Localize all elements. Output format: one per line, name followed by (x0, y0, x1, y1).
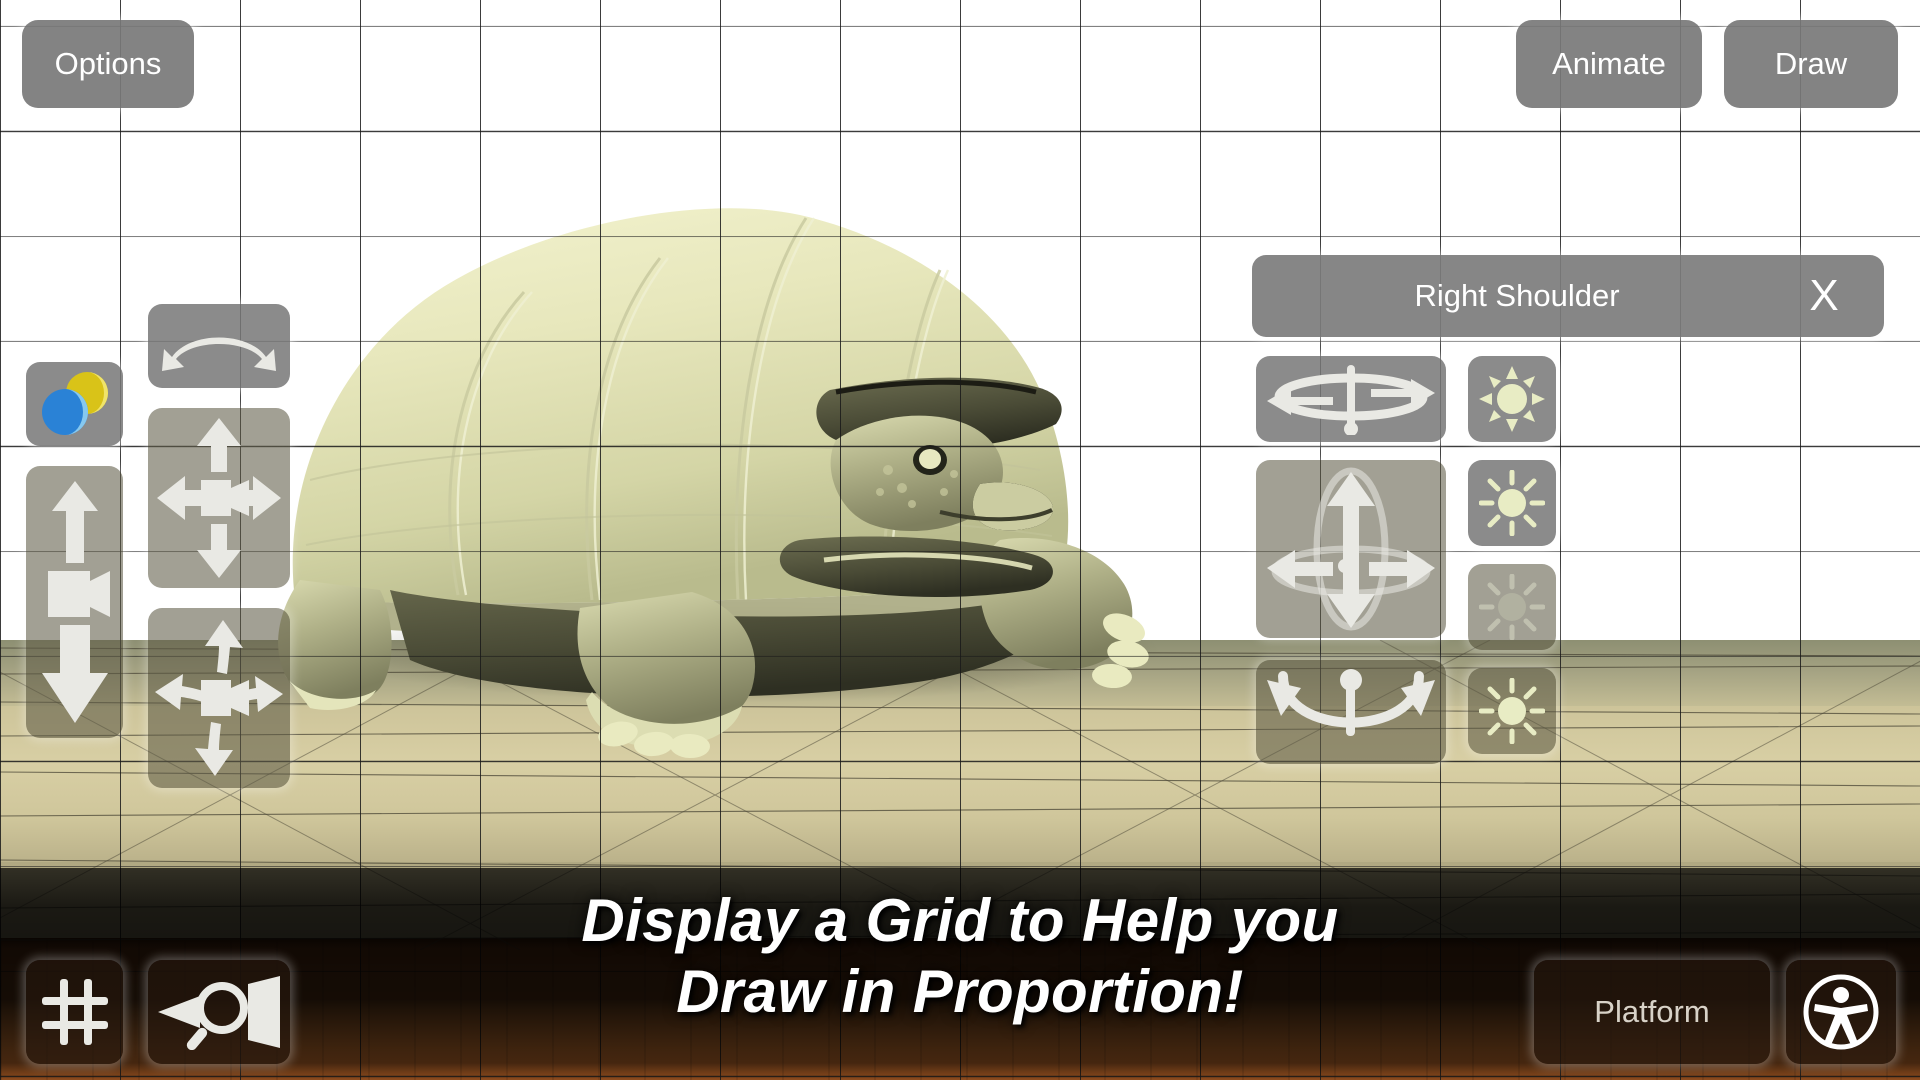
camera-orbit-button[interactable] (148, 608, 290, 788)
grid-toggle-button[interactable] (26, 960, 123, 1064)
rotate-yaw-icon (1267, 365, 1435, 435)
animate-button[interactable]: Animate (1516, 20, 1702, 108)
sun-dim-icon (1479, 574, 1545, 640)
app-window: Display a Grid to Help you Draw in Propo… (0, 0, 1920, 1080)
platform-button-label: Platform (1594, 994, 1710, 1029)
figure-select-button[interactable] (1786, 960, 1896, 1064)
model-tortoise[interactable] (240, 140, 1200, 820)
camera-pan-4way-icon (157, 418, 281, 578)
rotate-swing-button[interactable] (1256, 660, 1446, 764)
arc-rotate-icon (162, 337, 276, 371)
rotate-pitch-yaw-button[interactable] (1256, 460, 1446, 638)
light-bright-button[interactable] (1468, 356, 1556, 442)
material-spheres-icon (41, 372, 108, 435)
camera-zoom-lens-icon (158, 976, 280, 1050)
camera-zoom-button[interactable] (148, 960, 290, 1064)
sun-bright-icon (1479, 366, 1545, 432)
close-joint-button[interactable]: X (1764, 271, 1884, 321)
grid-toggle-icon (41, 979, 108, 1045)
light-off-button[interactable] (1468, 564, 1556, 650)
material-spheres-button[interactable] (26, 362, 123, 446)
camera-pan-button[interactable] (148, 408, 290, 588)
draw-button-label: Draw (1774, 46, 1848, 81)
selected-joint-panel: Right Shoulder X (1252, 255, 1884, 337)
selected-joint-label: Right Shoulder (1414, 278, 1620, 313)
accessibility-figure-icon (1803, 974, 1879, 1050)
arc-rotate-button[interactable] (148, 304, 290, 388)
rotate-swing-icon (1267, 669, 1435, 736)
draw-button[interactable]: Draw (1724, 20, 1898, 108)
options-button[interactable]: Options (22, 20, 194, 108)
sun-medium-icon (1479, 470, 1545, 536)
options-button-label: Options (54, 46, 162, 81)
camera-dolly-updown-icon (41, 481, 110, 723)
rotate-yaw-button[interactable] (1256, 356, 1446, 442)
sun-medium-icon-2 (1479, 678, 1545, 744)
animate-button-label: Animate (1552, 46, 1666, 81)
platform-button[interactable]: Platform (1534, 960, 1770, 1064)
light-medium-button[interactable] (1468, 460, 1556, 546)
camera-orbit-4way-icon (155, 620, 283, 776)
camera-dolly-updown-button[interactable] (26, 466, 123, 738)
light-medium-button-2[interactable] (1468, 668, 1556, 754)
rotate-pitch-yaw-icon (1267, 467, 1435, 631)
caption-line-1: Display a Grid to Help you (581, 887, 1339, 954)
